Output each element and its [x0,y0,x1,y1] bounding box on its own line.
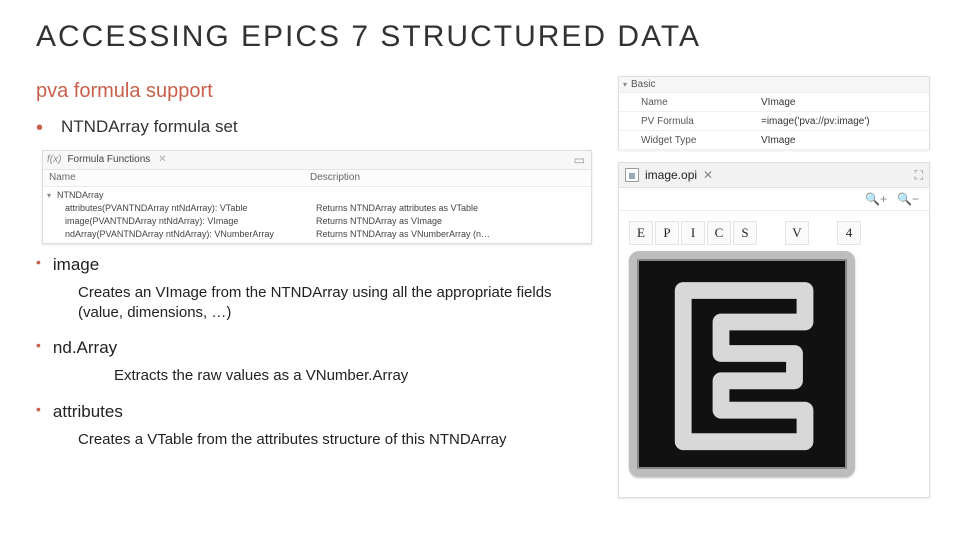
formula-sig: ndArray(PVANTNDArray ntNdArray): VNumber… [47,228,316,241]
tile: V [785,221,809,245]
formula-header: Name Description [43,170,591,187]
formula-tabbar: f(x) Formula Functions ✕ ▭ [43,151,591,170]
minimize-icon[interactable]: ▭ [574,152,585,168]
opi-stage: E P I C S V 4 [619,211,929,497]
formula-row[interactable]: ndArray(PVANTNDArray ntNdArray): VNumber… [47,228,591,241]
tile: C [707,221,731,245]
opi-toolbar: 🔍+ 🔍− [619,188,929,211]
slide: ACCESSING EPICS 7 STRUCTURED DATA pva fo… [0,0,960,540]
prop-val: VImage [761,97,929,108]
opi-tabbar: ▦ image.opi ✕ ⛶ [619,163,929,188]
prop-key: PV Formula [619,116,761,127]
formula-functions-panel: f(x) Formula Functions ✕ ▭ Name Descript… [42,150,592,244]
formula-row[interactable]: attributes(PVANTNDArray ntNdArray): VTab… [47,202,591,215]
formula-ret: Returns NTNDArray as VImage [316,215,591,228]
tile: E [629,221,653,245]
tile: 4 [837,221,861,245]
tile: P [655,221,679,245]
prop-val: VImage [761,135,929,146]
desc-attributes: Creates a VTable from the attributes str… [78,430,596,450]
formula-group[interactable]: NTNDArray [57,189,104,202]
tile-spacer [811,221,835,245]
property-row[interactable]: Widget Type VImage [619,131,929,150]
prop-key: Name [619,97,761,108]
formula-tab-label[interactable]: Formula Functions [67,153,150,167]
opi-tab-label[interactable]: image.opi [645,168,697,182]
zoom-out-icon[interactable]: 🔍− [897,192,919,206]
properties-section-label: Basic [631,79,655,90]
bullet-main: NTNDArray formula set [61,116,596,139]
tree-expand-icon[interactable]: ▾ [623,80,627,89]
page-subtitle: pva formula support [36,80,213,103]
opi-file-icon: ▦ [625,168,639,182]
bullet-dot: • [36,337,41,354]
properties-panel: ▾ Basic Name VImage PV Formula =image('p… [618,76,930,150]
formula-ret: Returns NTNDArray attributes as VTable [316,202,591,215]
image-preview-e [629,251,855,477]
property-row[interactable]: Name VImage [619,93,929,112]
property-row[interactable]: PV Formula =image('pva://pv:image') [619,112,929,131]
formula-tree: ▾ NTNDArray attributes(PVANTNDArray ntNd… [43,187,591,241]
close-icon[interactable]: ✕ [158,153,166,167]
maximize-icon[interactable]: ⛶ [915,168,923,183]
bullet-dot: • [36,254,41,271]
tile-spacer [759,221,783,245]
formula-sig: image(PVANTNDArray ntNdArray): VImage [47,215,316,228]
prop-key: Widget Type [619,135,761,146]
formula-row[interactable]: image(PVANTNDArray ntNdArray): VImage Re… [47,215,591,228]
opi-panel: ▦ image.opi ✕ ⛶ 🔍+ 🔍− E P I C S V 4 [618,162,930,498]
bullet-attributes: attributes [53,401,596,424]
tree-expand-icon[interactable]: ▾ [47,189,57,202]
bullet-dot: • [36,116,43,140]
bullet-image: image [53,254,596,277]
letter-e-icon [637,259,847,469]
desc-image: Creates an VImage from the NTNDArray usi… [78,283,596,324]
formula-ret: Returns NTNDArray as VNumberArray (n… [316,228,591,241]
body-column: • NTNDArray formula set f(x) Formula Fun… [36,116,596,464]
formula-sig: attributes(PVANTNDArray ntNdArray): VTab… [47,202,316,215]
tile: S [733,221,757,245]
properties-section[interactable]: ▾ Basic [619,77,929,93]
prop-val: =image('pva://pv:image') [761,116,929,127]
bullet-dot: • [36,401,41,418]
col-desc[interactable]: Description [304,171,591,185]
fx-icon: f(x) [47,153,61,167]
page-title: ACCESSING EPICS 7 STRUCTURED DATA [36,20,701,54]
bullet-ndarray: nd.Array [53,337,596,360]
close-icon[interactable]: ✕ [703,168,713,182]
tile-row: E P I C S V 4 [629,221,919,245]
tile: I [681,221,705,245]
col-name[interactable]: Name [43,171,304,185]
zoom-in-icon[interactable]: 🔍+ [865,192,887,206]
desc-ndarray: Extracts the raw values as a VNumber.Arr… [114,366,596,386]
